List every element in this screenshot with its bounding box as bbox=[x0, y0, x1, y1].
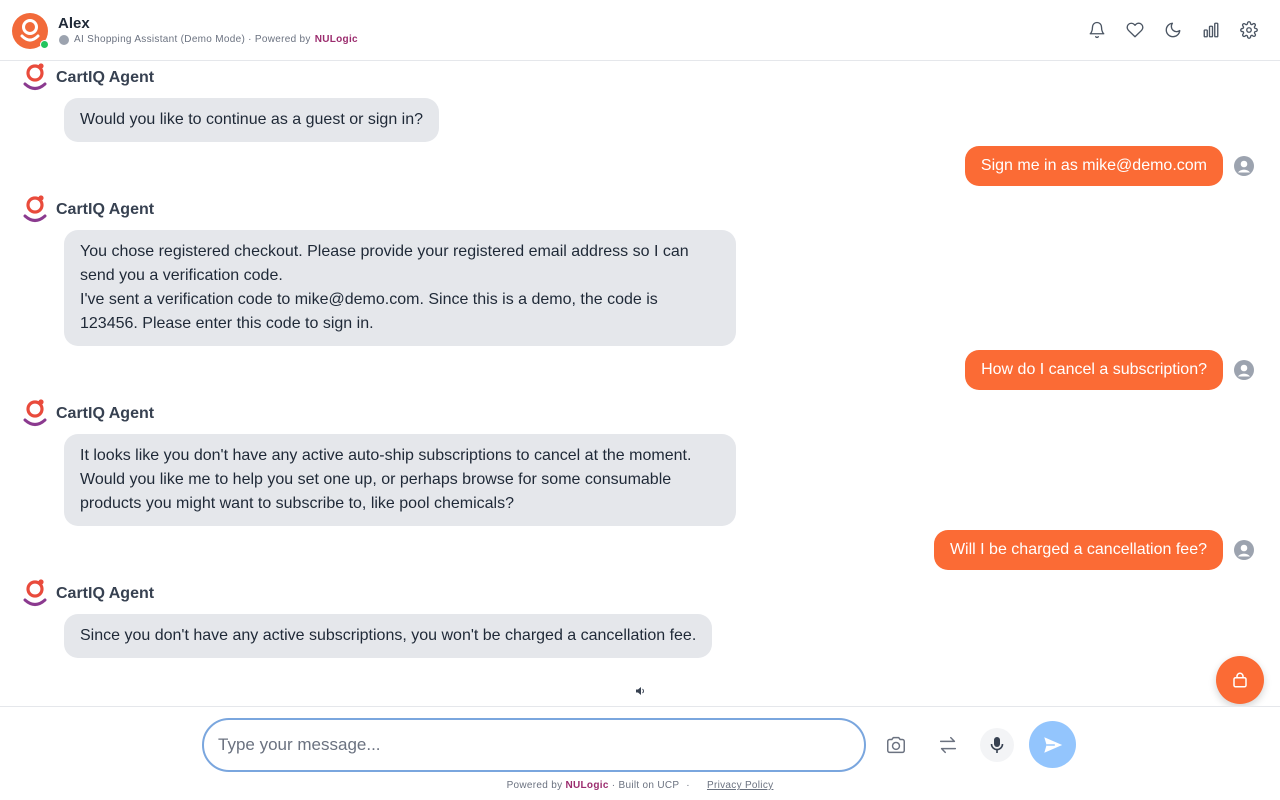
online-status-dot bbox=[40, 40, 49, 49]
bar-chart-icon[interactable] bbox=[1200, 19, 1222, 41]
agent-name: CartIQ Agent bbox=[56, 405, 155, 422]
agent-name: CartIQ Agent bbox=[56, 201, 155, 218]
powered-prefix: Powered by bbox=[506, 780, 563, 791]
agent-message: Would you like to continue as a guest or… bbox=[64, 98, 440, 142]
user-message: Will I be charged a cancellation fee? bbox=[933, 530, 1223, 570]
message-input[interactable] bbox=[202, 718, 866, 772]
send-button[interactable] bbox=[1029, 721, 1076, 768]
brand-name: NULogic bbox=[314, 34, 358, 45]
agent-message: Since you don't have any active subscrip… bbox=[64, 614, 713, 658]
microphone-icon bbox=[990, 737, 1004, 753]
microphone-button[interactable] bbox=[980, 728, 1014, 762]
agent-name: CartIQ Agent bbox=[56, 585, 155, 602]
bell-icon[interactable] bbox=[1086, 19, 1108, 41]
footer-separator: · bbox=[686, 780, 690, 791]
privacy-policy-link[interactable]: Privacy Policy bbox=[707, 780, 773, 791]
gear-icon[interactable] bbox=[1238, 19, 1260, 41]
agent-logo-icon bbox=[23, 195, 47, 222]
speaker-icon[interactable] bbox=[634, 685, 646, 697]
agent-logo-icon bbox=[23, 63, 47, 90]
agent-message: It looks like you don't have any active … bbox=[64, 434, 736, 526]
user-message: How do I cancel a subscription? bbox=[965, 350, 1223, 390]
user-avatar-icon bbox=[1234, 360, 1254, 380]
switch-button[interactable] bbox=[931, 728, 965, 762]
agent-header: CartIQ Agent bbox=[22, 398, 154, 430]
agent-name: CartIQ Agent bbox=[56, 69, 155, 86]
user-avatar-icon bbox=[1234, 540, 1254, 560]
powered-by-footer: Powered by NULogic · Built on UCP · Priv… bbox=[0, 780, 1280, 791]
footer-brand: NULogic bbox=[565, 780, 609, 791]
agent-logo-icon bbox=[23, 579, 47, 606]
app-header: Alex AI Shopping Assistant (Demo Mode) ·… bbox=[0, 0, 1280, 61]
camera-button[interactable] bbox=[879, 728, 913, 762]
header-subtitle: AI Shopping Assistant (Demo Mode) · Powe… bbox=[59, 34, 358, 45]
composer-bar: Powered by NULogic · Built on UCP · Priv… bbox=[0, 706, 1280, 800]
info-icon bbox=[59, 34, 69, 45]
moon-icon[interactable] bbox=[1162, 19, 1184, 41]
agent-header: CartIQ Agent bbox=[22, 578, 154, 610]
header-actions bbox=[1086, 19, 1260, 41]
agent-message-line: I've sent a verification code to mike@de… bbox=[80, 291, 658, 332]
agent-message: You chose registered checkout. Please pr… bbox=[64, 230, 736, 346]
subtitle-text: AI Shopping Assistant (Demo Mode) · Powe… bbox=[74, 34, 311, 45]
user-avatar-icon bbox=[1234, 156, 1254, 176]
agent-message-line: You chose registered checkout. Please pr… bbox=[80, 243, 689, 284]
send-icon bbox=[1043, 736, 1062, 753]
cart-button[interactable] bbox=[1216, 656, 1264, 704]
shopping-bag-icon bbox=[1233, 672, 1247, 688]
camera-icon bbox=[887, 736, 905, 754]
agent-header: CartIQ Agent bbox=[22, 62, 154, 94]
built-on-text: · Built on UCP bbox=[611, 780, 680, 791]
user-name: Alex bbox=[58, 15, 90, 32]
brand-logo-icon bbox=[20, 19, 40, 42]
user-message: Sign me in as mike@demo.com bbox=[964, 146, 1223, 186]
agent-logo-icon bbox=[23, 399, 47, 426]
heart-icon[interactable] bbox=[1124, 19, 1146, 41]
agent-header: CartIQ Agent bbox=[22, 194, 154, 226]
swap-arrows-icon bbox=[939, 736, 957, 754]
